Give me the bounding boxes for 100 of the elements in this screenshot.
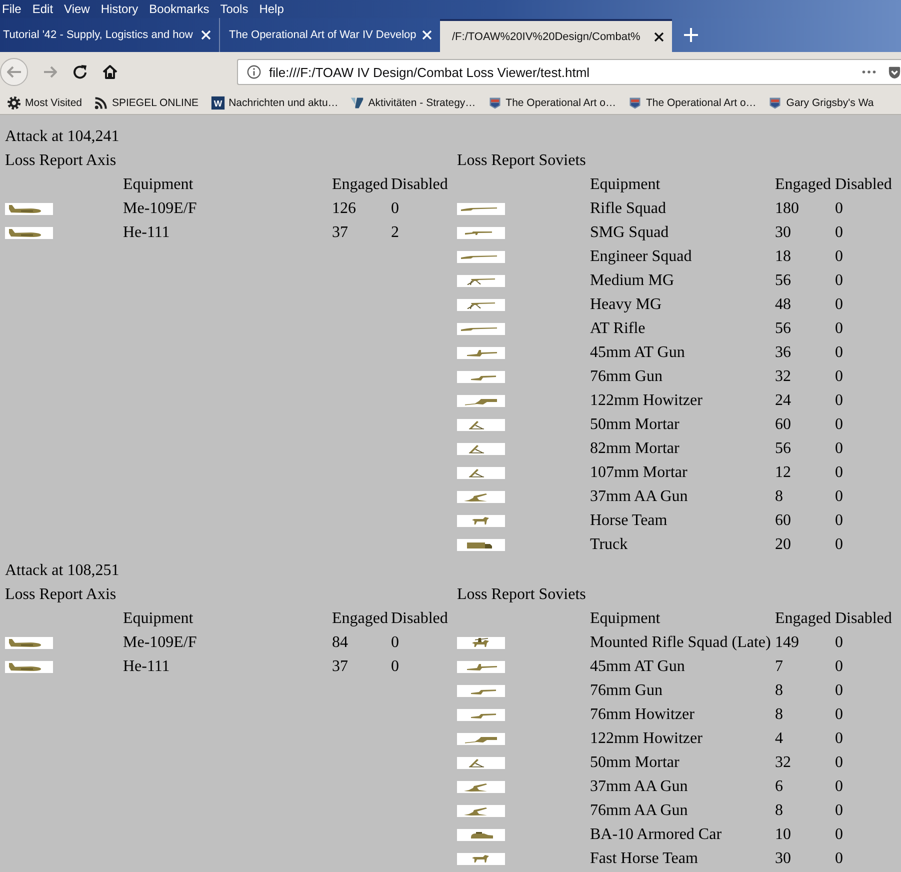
engaged-count: 56 <box>775 320 791 338</box>
disabled-count: 0 <box>835 224 843 242</box>
close-icon[interactable] <box>654 32 664 42</box>
menu-item[interactable]: History <box>100 2 138 16</box>
engaged-count: 18 <box>775 248 791 266</box>
engaged-count: 8 <box>775 802 783 820</box>
disabled-count: 0 <box>835 706 843 724</box>
disabled-count: 0 <box>835 248 843 266</box>
anti-aircraft-gun-icon <box>457 805 505 817</box>
bookmark-item[interactable]: Gary Grigsby's Wa <box>768 96 874 110</box>
menu-item[interactable]: Bookmarks <box>149 2 210 16</box>
equipment-name: AT Rifle <box>590 320 646 338</box>
more-icon[interactable] <box>862 70 876 74</box>
rifle-icon <box>457 203 505 215</box>
equipment-name: He-111 <box>123 224 170 242</box>
engaged-count: 30 <box>775 850 791 868</box>
anti-aircraft-gun-icon <box>457 491 505 503</box>
engaged-count: 36 <box>775 344 791 362</box>
disabled-count: 0 <box>835 368 843 386</box>
plus-icon[interactable] <box>683 27 699 43</box>
plane-icon <box>5 203 53 215</box>
menu-item[interactable]: Help <box>259 2 284 16</box>
browser-tab[interactable]: Tutorial '42 - Supply, Logistics and how <box>0 18 219 52</box>
equipment-name: Truck <box>590 536 628 554</box>
attack-heading: Attack at 108,251 <box>5 562 120 580</box>
engaged-count: 8 <box>775 682 783 700</box>
bookmark-item[interactable]: W Nachrichten und aktu… <box>210 96 338 110</box>
equipment-name: BA-10 Armored Car <box>590 826 722 844</box>
home-icon[interactable] <box>102 64 118 80</box>
column-header: Engaged <box>332 176 388 194</box>
equipment-name: 122mm Howitzer <box>590 392 702 410</box>
equipment-name: 76mm AA Gun <box>590 802 688 820</box>
equipment-name: Engineer Squad <box>590 248 692 266</box>
disabled-count: 0 <box>835 850 843 868</box>
cannon-icon <box>457 733 505 745</box>
disabled-count: 0 <box>835 512 843 530</box>
reload-icon[interactable] <box>72 64 88 80</box>
equipment-name: 76mm Gun <box>590 368 662 386</box>
rifle-icon <box>457 323 505 335</box>
equipment-name: 76mm Howitzer <box>590 706 694 724</box>
column-header: Disabled <box>391 176 448 194</box>
cannon-icon <box>457 685 505 697</box>
menu-item[interactable]: Edit <box>32 2 54 16</box>
submachine-gun-icon <box>457 227 505 239</box>
engaged-count: 126 <box>332 200 356 218</box>
engaged-count: 10 <box>775 826 791 844</box>
crest-icon <box>628 96 642 110</box>
cannon-icon <box>457 371 505 383</box>
disabled-count: 0 <box>835 440 843 458</box>
shield-chevron-icon[interactable] <box>888 66 901 78</box>
bookmark-item[interactable]: SPIEGEL ONLINE <box>94 96 199 110</box>
disabled-count: 0 <box>835 488 843 506</box>
equipment-name: Medium MG <box>590 272 674 290</box>
bookmark-item[interactable]: The Operational Art o… <box>628 96 756 110</box>
equipment-name: 37mm AA Gun <box>590 488 688 506</box>
engaged-count: 32 <box>775 754 791 772</box>
cannon-icon <box>457 395 505 407</box>
disabled-count: 0 <box>835 344 843 362</box>
horse-icon <box>457 853 505 865</box>
equipment-name: 76mm Gun <box>590 682 662 700</box>
equipment-name: 37mm AA Gun <box>590 778 688 796</box>
rss-icon <box>94 96 108 110</box>
report-title: Loss Report Axis <box>5 152 116 170</box>
menu-item[interactable]: View <box>64 2 90 16</box>
column-header: Engaged <box>332 610 388 628</box>
menu-item[interactable]: Tools <box>220 2 248 16</box>
browser-tab[interactable]: /F:/TOAW%20IV%20Design/Combat% <box>440 19 672 52</box>
disabled-count: 2 <box>391 224 399 242</box>
bookmark-item[interactable]: Most Visited <box>7 96 82 110</box>
equipment-name: Rifle Squad <box>590 200 666 218</box>
equipment-name: SMG Squad <box>590 224 669 242</box>
gear-icon <box>7 96 21 110</box>
rifle-icon <box>457 251 505 263</box>
column-header: Equipment <box>590 176 660 194</box>
disabled-count: 0 <box>835 634 843 652</box>
info-icon[interactable] <box>247 65 261 79</box>
armored-car-icon <box>457 829 505 841</box>
disabled-count: 0 <box>391 658 399 676</box>
plane-icon <box>5 637 53 649</box>
engaged-count: 180 <box>775 200 799 218</box>
bookmark-item[interactable]: The Operational Art o… <box>488 96 616 110</box>
engaged-count: 32 <box>775 368 791 386</box>
bookmark-item[interactable]: Aktivitäten - Strategy… <box>350 96 476 110</box>
column-header: Equipment <box>123 610 194 628</box>
engaged-count: 37 <box>332 224 348 242</box>
equipment-name: Me-109E/F <box>123 200 197 218</box>
disabled-count: 0 <box>835 416 843 434</box>
disabled-count: 0 <box>835 272 843 290</box>
column-header: Equipment <box>590 610 660 628</box>
menu-item[interactable]: File <box>2 2 22 16</box>
machine-gun-icon <box>457 275 505 287</box>
disabled-count: 0 <box>835 754 843 772</box>
equipment-name: Me-109E/F <box>123 634 197 652</box>
report-title: Loss Report Axis <box>5 586 116 604</box>
crest-icon <box>768 96 782 110</box>
equipment-name: 107mm Mortar <box>590 464 688 482</box>
horse-icon <box>457 515 505 527</box>
cannon-icon <box>457 709 505 721</box>
url-field[interactable]: file:///F:/TOAW IV Design/Combat Loss Viewer/test.html <box>269 64 862 80</box>
disabled-count: 0 <box>835 464 843 482</box>
